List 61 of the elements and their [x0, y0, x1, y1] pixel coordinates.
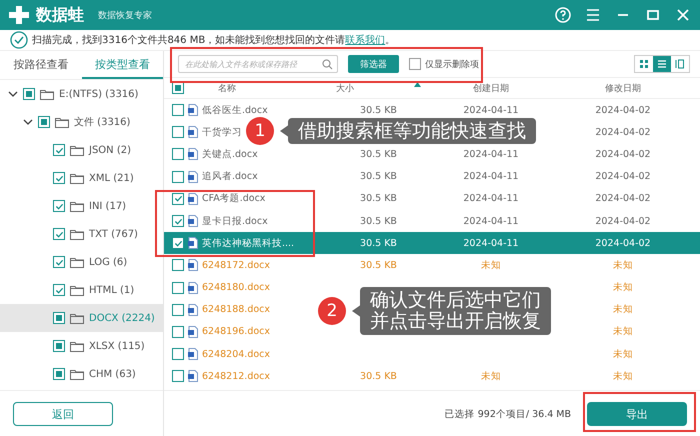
- created-date: 未知: [481, 370, 501, 382]
- file-name: 6248180.docx: [202, 282, 270, 294]
- created-date: 2024-04-11: [463, 104, 519, 116]
- file-name: 6248172.docx: [202, 260, 270, 271]
- file-name: 6248196.docx: [202, 326, 270, 338]
- tree-label: DOCX (2224): [89, 312, 155, 324]
- tree-label: E:(NTFS) (3316): [59, 88, 138, 100]
- modified-date: 未知: [613, 348, 633, 360]
- file-name: 6248212.docx: [202, 370, 270, 382]
- created-date: 2024-04-11: [463, 193, 519, 204]
- file-size: 30.5 KB: [360, 216, 397, 227]
- tree-label: XLSX (115): [89, 340, 145, 352]
- modified-date: 2024-04-02: [595, 216, 651, 227]
- scan-status-text: 扫描完成，找到3316个文件共846 MB，如未能找到您想找回的文件请联系我们。: [32, 34, 396, 47]
- file-name: 低谷医生.docx: [202, 104, 268, 117]
- file-size: 30.5 KB: [360, 171, 397, 182]
- file-name: 追风者.docx: [202, 170, 258, 184]
- created-date: 2024-04-11: [463, 148, 519, 160]
- file-name: 6248204.docx: [202, 348, 270, 360]
- modified-date: 2024-04-02: [595, 126, 651, 138]
- file-name: 显卡日报.docx: [202, 214, 268, 228]
- modified-date: 2024-04-02: [595, 104, 651, 116]
- tree-label: CHM (63): [89, 368, 136, 380]
- tree-label: XML (21): [89, 172, 134, 184]
- file-name: 关键点.docx: [202, 148, 258, 161]
- file-size: 30.5 KB: [360, 238, 397, 249]
- tree-label: LOG (6): [89, 256, 128, 268]
- tree-label: JSON (2): [89, 144, 131, 156]
- step-number: 2: [318, 296, 346, 325]
- modified-date: 2024-04-02: [595, 193, 651, 204]
- file-name: 6248188.docx: [202, 304, 270, 316]
- file-name: 干货学习: [202, 126, 242, 139]
- created-date: 2024-04-11: [463, 171, 519, 182]
- file-size: 30.5 KB: [360, 370, 397, 382]
- selection-summary: 已选择 992个项目/ 36.4 MB: [444, 408, 571, 420]
- modified-date: 未知: [613, 326, 633, 338]
- tree-label: INI (17): [89, 200, 126, 212]
- file-size: 30.5 KB: [360, 148, 397, 160]
- modified-date: 2024-04-02: [595, 148, 651, 160]
- tree-label: 文件 (3316): [74, 116, 130, 129]
- tree-label: TXT (767): [89, 228, 138, 240]
- modified-date: 未知: [613, 282, 633, 294]
- modified-date: 未知: [613, 304, 633, 316]
- file-size: 30.5 KB: [360, 193, 397, 204]
- callout-tooltip: 确认文件后选中它们 并点击导出开启恢复: [360, 287, 551, 335]
- file-size: 30.5 KB: [360, 104, 397, 116]
- file-name: CFA考题.docx: [202, 192, 266, 206]
- modified-date: 2024-04-02: [595, 238, 651, 249]
- app-subtitle: 数据恢复专家: [98, 10, 152, 22]
- created-date: 2024-04-11: [463, 238, 519, 249]
- file-name: 英伟达神秘黑科技....: [202, 236, 294, 250]
- step-number: 1: [246, 117, 274, 145]
- modified-date: 未知: [613, 370, 633, 382]
- created-date: 2024-04-11: [463, 216, 519, 227]
- created-date: 未知: [481, 260, 501, 271]
- modified-date: 未知: [613, 260, 633, 271]
- app-name: 数据蛙: [36, 4, 84, 26]
- tree-label: HTML (1): [89, 284, 134, 296]
- modified-date: 2024-04-02: [595, 171, 651, 182]
- file-size: 30.5 KB: [360, 260, 397, 271]
- checkbox-label: 仅显示删除项: [425, 58, 479, 70]
